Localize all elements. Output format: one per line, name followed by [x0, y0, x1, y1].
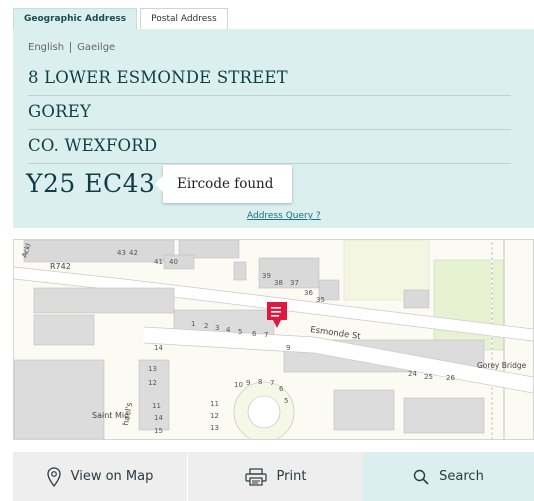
svg-text:R742: R742: [50, 262, 71, 271]
svg-text:Gorey Bridge: Gorey Bridge: [477, 361, 527, 370]
svg-text:24: 24: [408, 370, 417, 378]
search-icon: [413, 469, 429, 485]
svg-text:26: 26: [446, 374, 455, 382]
divider: [28, 129, 511, 130]
address-query-link[interactable]: Address Query ?: [247, 211, 321, 221]
language-switcher: English Gaeilge: [28, 42, 115, 53]
divider: [28, 95, 511, 96]
action-bar: View on Map Print Search: [13, 452, 534, 501]
svg-text:7: 7: [270, 379, 274, 387]
address-panel: English Gaeilge 8 LOWER ESMONDE STREET G…: [13, 29, 534, 228]
svg-text:37: 37: [290, 279, 299, 287]
svg-text:41: 41: [154, 258, 163, 266]
svg-text:38: 38: [274, 279, 283, 287]
svg-text:43: 43: [117, 249, 126, 257]
svg-text:4: 4: [226, 326, 231, 334]
search-button[interactable]: Search: [363, 452, 534, 501]
view-on-map-button[interactable]: View on Map: [13, 452, 187, 501]
svg-text:13: 13: [210, 424, 219, 432]
tab-geographic-address[interactable]: Geographic Address: [13, 8, 138, 30]
print-button[interactable]: Print: [188, 452, 363, 501]
address-type-tabs: Geographic Address Postal Address: [13, 8, 231, 30]
svg-text:6: 6: [252, 330, 257, 338]
svg-text:5: 5: [284, 397, 288, 405]
svg-text:9: 9: [246, 379, 250, 387]
address-line-1: 8 LOWER ESMONDE STREET: [28, 68, 288, 87]
svg-text:36: 36: [304, 289, 313, 297]
map-canvas[interactable]: 43 42 41 40 39 38 37 36 35 1 2 3 4 5 6 7…: [14, 240, 533, 439]
divider: [28, 163, 511, 164]
svg-text:12: 12: [148, 379, 157, 387]
svg-text:8: 8: [258, 378, 262, 386]
eircode-value: Y25 EC43: [26, 169, 156, 198]
tab-postal-address[interactable]: Postal Address: [140, 8, 228, 30]
address-line-2: GOREY: [28, 102, 92, 121]
search-label: Search: [439, 469, 484, 484]
svg-text:15: 15: [154, 427, 163, 435]
address-line-3: CO. WEXFORD: [28, 136, 158, 155]
map-marker-icon: [46, 466, 61, 487]
svg-text:10: 10: [234, 381, 243, 389]
svg-text:6: 6: [279, 385, 284, 393]
svg-text:13: 13: [148, 365, 157, 373]
svg-text:11: 11: [210, 400, 219, 408]
svg-text:12: 12: [210, 412, 219, 420]
status-message: Eircode found: [177, 176, 274, 192]
language-english-link[interactable]: English: [28, 42, 64, 53]
svg-text:25: 25: [424, 373, 433, 381]
view-on-map-label: View on Map: [70, 469, 154, 484]
svg-text:11: 11: [152, 402, 161, 410]
svg-text:42: 42: [129, 249, 138, 257]
svg-text:5: 5: [238, 328, 242, 336]
svg-text:7: 7: [264, 331, 268, 339]
svg-text:35: 35: [316, 296, 325, 304]
language-irish-link[interactable]: Gaeilge: [77, 42, 115, 53]
svg-text:3: 3: [215, 324, 219, 332]
map-view[interactable]: 43 42 41 40 39 38 37 36 35 1 2 3 4 5 6 7…: [13, 239, 534, 440]
svg-text:39: 39: [262, 272, 271, 280]
language-separator: [70, 42, 72, 53]
printer-icon: [244, 467, 267, 486]
svg-text:40: 40: [169, 258, 178, 266]
print-label: Print: [276, 469, 307, 484]
svg-text:1: 1: [191, 320, 195, 328]
svg-text:9: 9: [286, 344, 290, 352]
svg-text:14: 14: [154, 414, 163, 422]
eircode-found-callout: Eircode found: [155, 165, 292, 203]
svg-text:2: 2: [204, 322, 208, 330]
svg-text:14: 14: [154, 344, 163, 352]
